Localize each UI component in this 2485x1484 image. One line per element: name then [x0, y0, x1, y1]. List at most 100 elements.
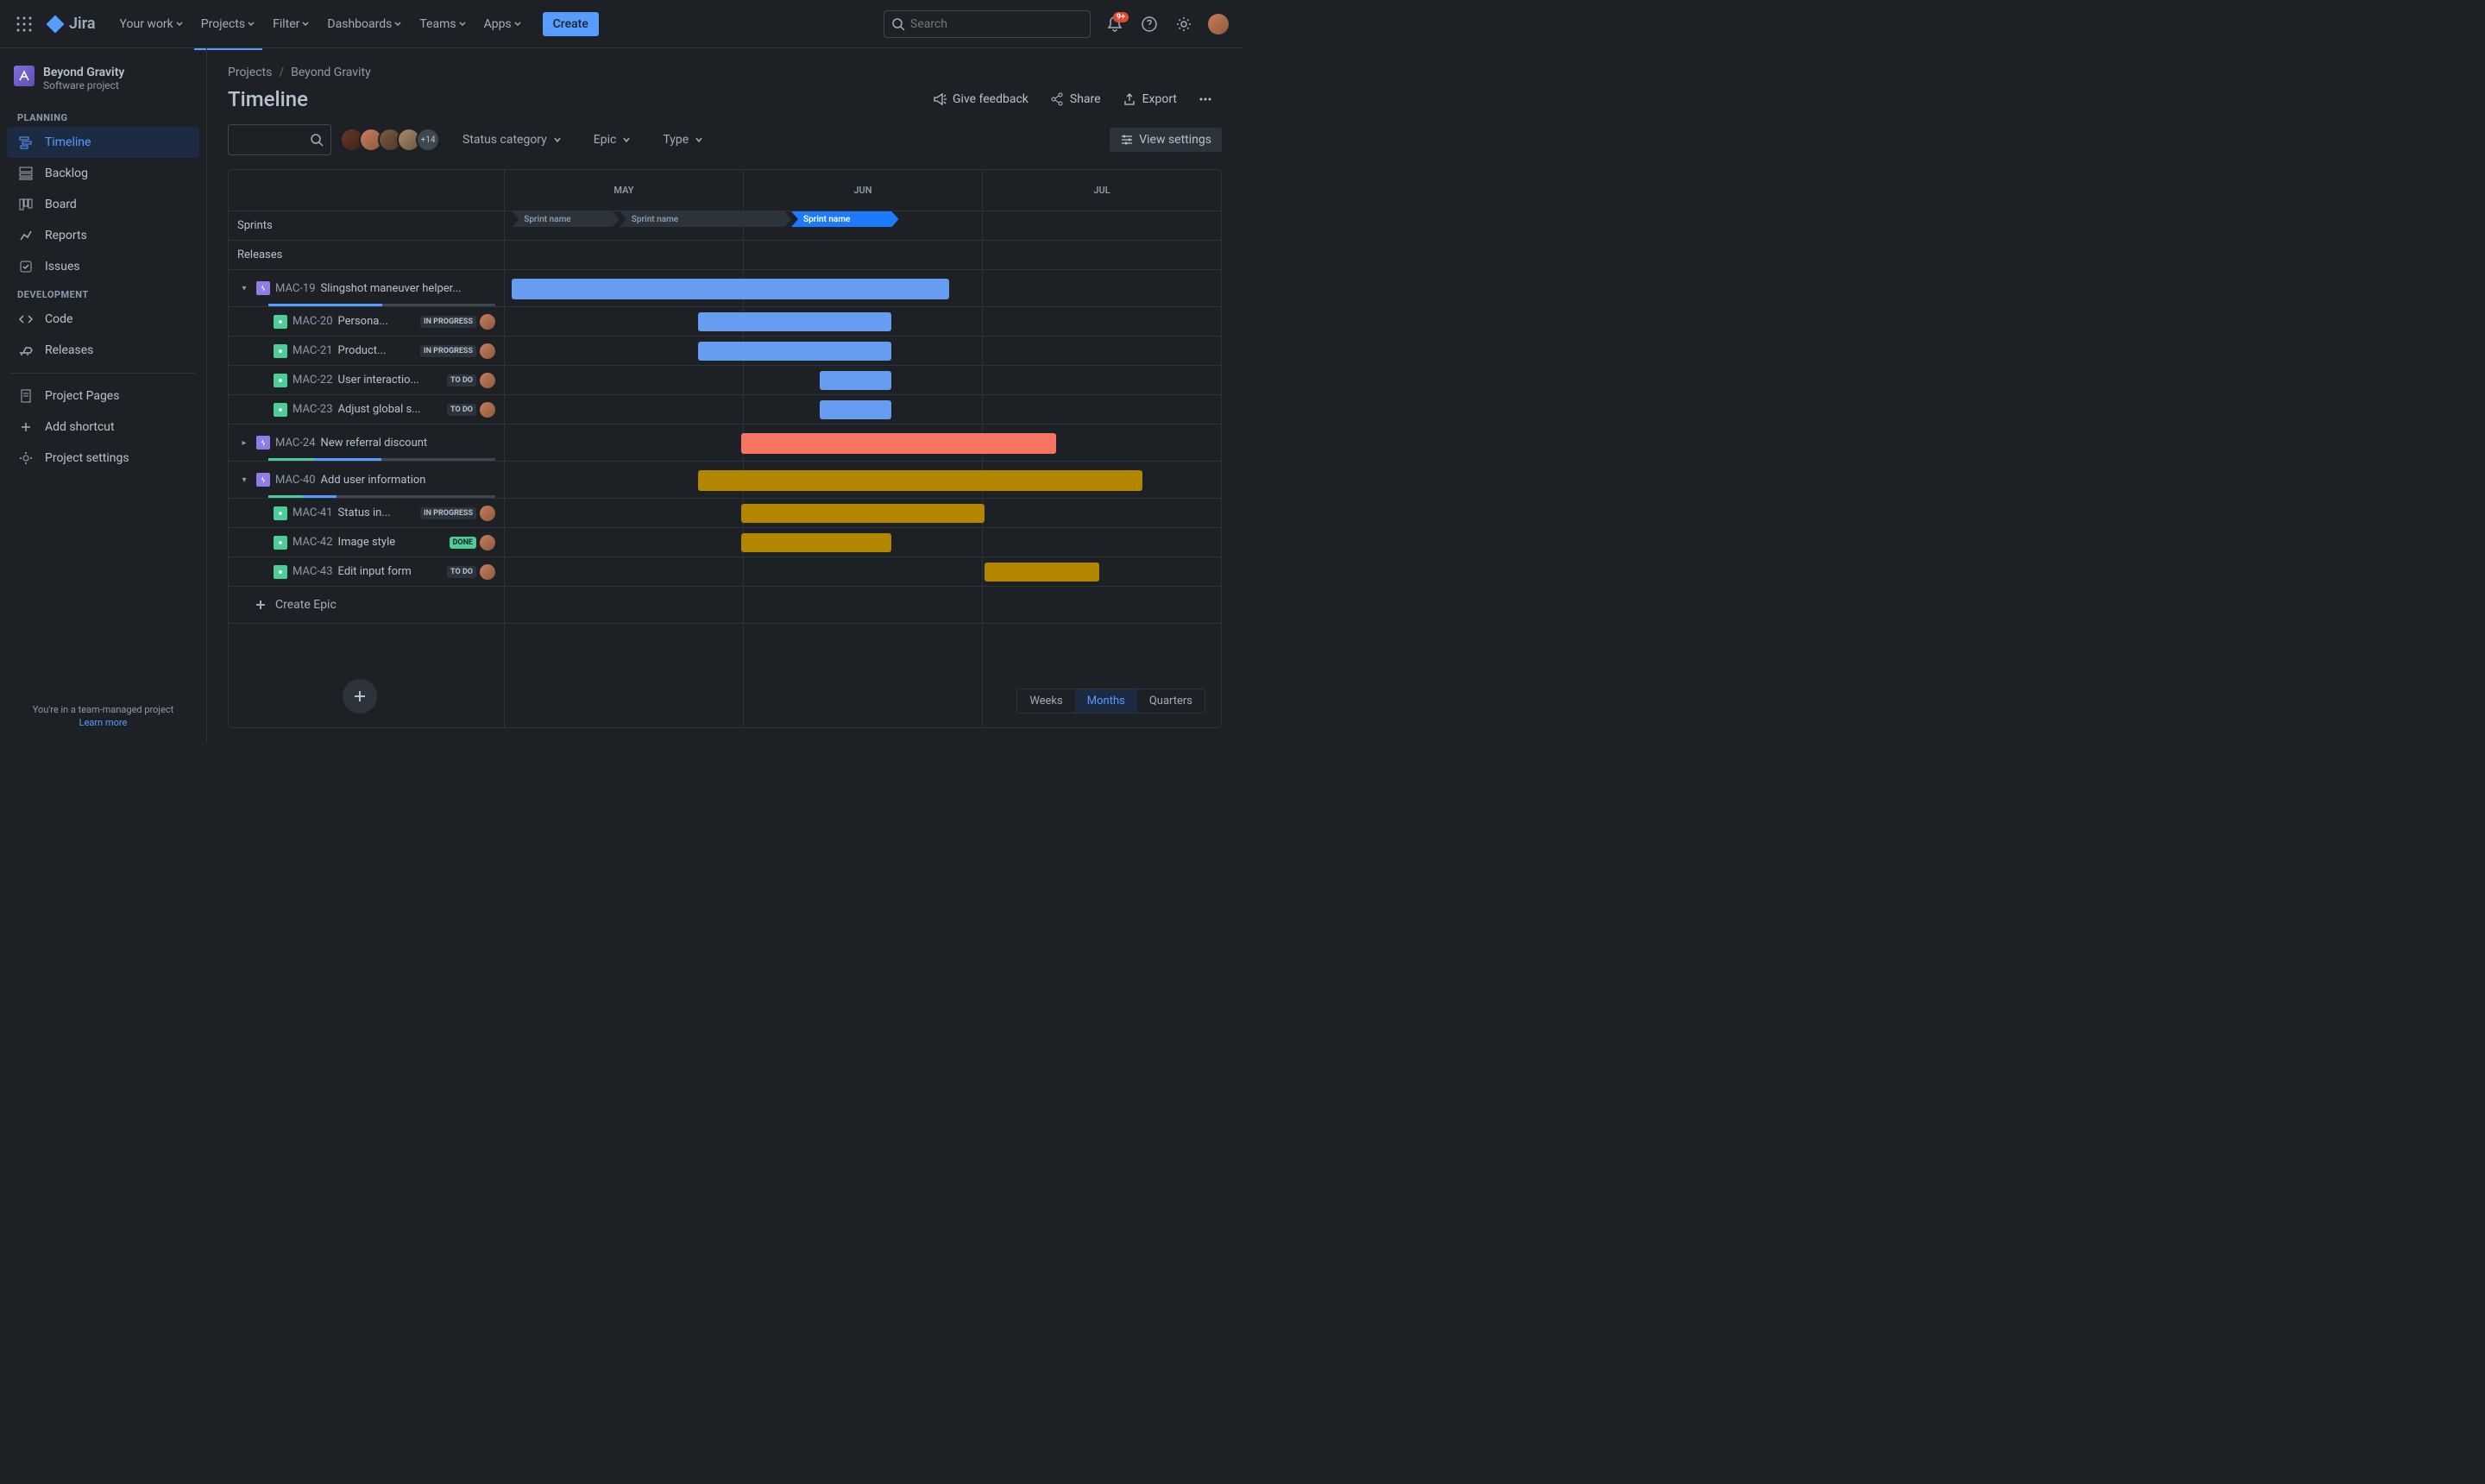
- timeline-panel: MAY JUN JUL Sprints Sprint name Sprint n…: [228, 169, 1222, 728]
- status-badge: IN PROGRESS: [420, 345, 476, 357]
- story-row: MAC-41Status in...IN PROGRESS: [229, 499, 1221, 528]
- project-subtitle: Software project: [43, 79, 124, 91]
- nav-projects[interactable]: Projects: [194, 14, 262, 35]
- assignee-avatar[interactable]: [480, 373, 495, 388]
- story-icon: [274, 565, 287, 579]
- story-icon: [274, 374, 287, 387]
- issue-key[interactable]: MAC-20: [293, 315, 333, 328]
- avatar-more[interactable]: +14: [416, 128, 440, 152]
- profile-avatar[interactable]: [1205, 10, 1232, 38]
- sidebar-item-project-pages[interactable]: Project Pages: [7, 380, 199, 412]
- issue-summary[interactable]: Image style: [338, 536, 446, 549]
- sidebar-item-board[interactable]: Board: [7, 189, 199, 220]
- issue-key[interactable]: MAC-40: [275, 474, 316, 487]
- export-button[interactable]: Export: [1113, 86, 1186, 112]
- jira-logo[interactable]: Jira: [45, 14, 96, 35]
- issue-key[interactable]: MAC-42: [293, 536, 333, 549]
- sidebar-item-reports[interactable]: Reports: [7, 220, 199, 251]
- notifications-icon[interactable]: 9+: [1101, 10, 1129, 38]
- add-fab[interactable]: [343, 679, 377, 714]
- issue-summary[interactable]: Add user information: [321, 474, 495, 487]
- pages-icon: [17, 387, 35, 405]
- timeline-bar[interactable]: [741, 533, 891, 552]
- sliders-icon: [1120, 133, 1134, 147]
- issue-key[interactable]: MAC-23: [293, 403, 333, 416]
- settings-icon[interactable]: [1170, 10, 1198, 38]
- footer-learn-more[interactable]: Learn more: [14, 717, 192, 728]
- chevron-down-icon[interactable]: ▾: [237, 284, 251, 293]
- chevron-down-icon[interactable]: ▾: [237, 475, 251, 485]
- crumb-projects[interactable]: Projects: [228, 66, 272, 79]
- search-icon: [310, 133, 324, 147]
- sidebar-item-backlog[interactable]: Backlog: [7, 158, 199, 189]
- issue-summary[interactable]: Slingshot maneuver helper...: [321, 282, 495, 295]
- issue-key[interactable]: MAC-41: [293, 506, 333, 519]
- sidebar-item-issues[interactable]: Issues: [7, 251, 199, 282]
- issue-summary[interactable]: Status in...: [338, 506, 417, 519]
- timeline-bar[interactable]: [698, 342, 891, 361]
- timeline-bar[interactable]: [698, 312, 891, 331]
- story-icon: [274, 536, 287, 550]
- zoom-weeks[interactable]: Weeks: [1017, 689, 1074, 713]
- timeline-bar[interactable]: [741, 433, 1056, 454]
- sidebar-item-timeline[interactable]: Timeline: [7, 127, 199, 158]
- nav-dashboards[interactable]: Dashboards: [320, 14, 409, 35]
- issue-summary[interactable]: New referral discount: [321, 437, 495, 450]
- sidebar-item-add-shortcut[interactable]: Add shortcut: [7, 412, 199, 443]
- issue-key[interactable]: MAC-22: [293, 374, 333, 387]
- give-feedback-button[interactable]: Give feedback: [923, 86, 1037, 112]
- timeline-bar[interactable]: [698, 470, 1142, 491]
- search-input[interactable]: [910, 17, 1083, 31]
- issue-summary[interactable]: User interactio...: [338, 374, 444, 387]
- assignee-avatar[interactable]: [480, 564, 495, 580]
- issue-summary[interactable]: Adjust global s...: [338, 403, 444, 416]
- project-header[interactable]: Beyond Gravity Software project: [7, 66, 199, 105]
- search-box[interactable]: [884, 10, 1091, 38]
- sprint-chip-active[interactable]: Sprint name: [791, 211, 899, 227]
- footer-text: You're in a team-managed project: [14, 704, 192, 715]
- apps-icon[interactable]: [10, 10, 38, 38]
- timeline-bar[interactable]: [985, 563, 1099, 582]
- assignee-avatar[interactable]: [480, 343, 495, 359]
- timeline-search[interactable]: [228, 124, 331, 155]
- issue-key[interactable]: MAC-19: [275, 282, 316, 295]
- sidebar-item-code[interactable]: Code: [7, 304, 199, 335]
- chevron-right-icon[interactable]: ▸: [237, 438, 251, 448]
- timeline-bar[interactable]: [512, 279, 948, 299]
- sprint-chip[interactable]: Sprint name: [620, 211, 791, 227]
- view-settings-button[interactable]: View settings: [1110, 128, 1222, 152]
- sidebar-item-releases[interactable]: Releases: [7, 335, 199, 366]
- create-epic-button[interactable]: Create Epic: [229, 587, 361, 623]
- issue-key[interactable]: MAC-43: [293, 565, 333, 578]
- nav-teams[interactable]: Teams: [412, 14, 473, 35]
- filter-status[interactable]: Status category: [454, 128, 571, 152]
- sprint-chip[interactable]: Sprint name: [512, 211, 620, 227]
- assignee-avatar[interactable]: [480, 402, 495, 418]
- zoom-quarters[interactable]: Quarters: [1137, 689, 1205, 713]
- zoom-months[interactable]: Months: [1075, 689, 1137, 713]
- assignee-avatars[interactable]: +14: [345, 128, 440, 152]
- filter-type[interactable]: Type: [654, 128, 713, 152]
- timeline-bar[interactable]: [820, 371, 891, 390]
- issue-summary[interactable]: Edit input form: [338, 565, 444, 578]
- help-icon[interactable]: [1136, 10, 1163, 38]
- create-button[interactable]: Create: [543, 12, 599, 36]
- issue-summary[interactable]: Product...: [338, 344, 417, 357]
- issue-key[interactable]: MAC-24: [275, 437, 316, 450]
- sidebar-item-project-settings[interactable]: Project settings: [7, 443, 199, 474]
- filter-epic[interactable]: Epic: [585, 128, 641, 152]
- issue-summary[interactable]: Persona...: [338, 315, 417, 328]
- nav-filter[interactable]: Filter: [266, 14, 317, 35]
- assignee-avatar[interactable]: [480, 535, 495, 550]
- assignee-avatar[interactable]: [480, 506, 495, 521]
- assignee-avatar[interactable]: [480, 314, 495, 330]
- timeline-bar[interactable]: [741, 504, 985, 523]
- crumb-project[interactable]: Beyond Gravity: [291, 66, 371, 79]
- epic-progress: [268, 458, 495, 461]
- nav-apps[interactable]: Apps: [477, 14, 529, 35]
- more-actions-button[interactable]: [1189, 86, 1222, 112]
- issue-key[interactable]: MAC-21: [293, 344, 333, 357]
- share-button[interactable]: Share: [1041, 86, 1110, 112]
- timeline-bar[interactable]: [820, 400, 891, 419]
- nav-your-work[interactable]: Your work: [113, 14, 191, 35]
